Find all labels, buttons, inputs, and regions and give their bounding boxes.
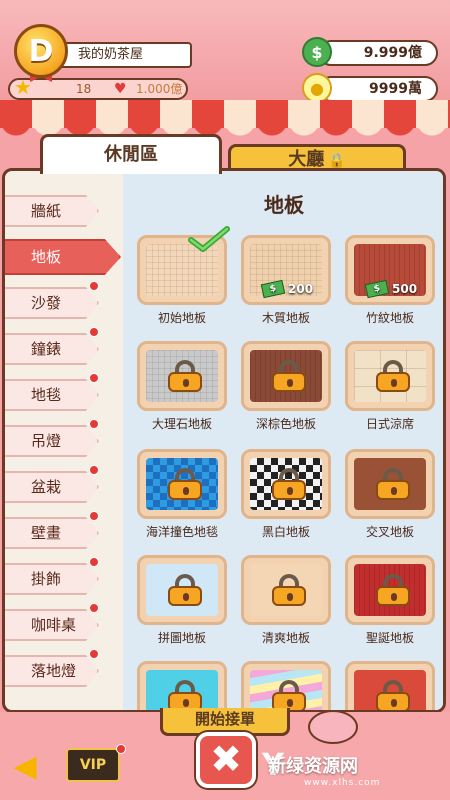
floor-tile[interactable] [345, 449, 435, 519]
sidebar-item[interactable]: 地板 [5, 239, 121, 275]
floor-name: 交叉地板 [365, 525, 414, 539]
sidebar-item[interactable]: 落地燈 [5, 655, 99, 687]
notification-dot [89, 511, 99, 521]
sidebar-item[interactable]: 牆紙 [5, 195, 99, 227]
cash-icon: $ [364, 279, 390, 299]
star-icon: ★ [14, 75, 32, 99]
cash-icon: $ [260, 279, 286, 299]
padlock-icon [168, 680, 202, 710]
piggy-icon: ♥ [114, 81, 127, 97]
floor-tile[interactable] [345, 661, 435, 710]
notification-dot [89, 465, 99, 475]
notification-dot [89, 373, 99, 383]
price-tag: $500 [364, 279, 418, 299]
floor-name: 日式涼席 [365, 417, 414, 431]
sidebar-item[interactable]: 鐘錶 [5, 333, 99, 365]
price-amount: 500 [392, 282, 418, 296]
floor-name: 清爽地板 [261, 631, 310, 645]
padlock-icon [376, 468, 410, 500]
notification-dot [89, 649, 99, 659]
sidebar-item[interactable]: 掛飾 [5, 563, 99, 595]
floor-tile[interactable] [241, 661, 331, 710]
vip-button[interactable]: VIP [66, 748, 120, 782]
sidebar-item[interactable]: 地毯 [5, 379, 99, 411]
price-tag: $200 [260, 279, 314, 299]
notification-dot [89, 327, 99, 337]
price-amount: 200 [288, 282, 314, 296]
padlock-icon [168, 360, 202, 392]
padlock-icon [272, 468, 306, 500]
floor-name: 深棕色地板 [255, 417, 316, 431]
sidebar-item[interactable]: 吊燈 [5, 425, 99, 457]
lightbulb-icon: ● [302, 73, 332, 103]
watermark-url: www.xlhs.com [304, 778, 381, 788]
padlock-icon [272, 574, 306, 606]
level-number: 18 [76, 82, 92, 96]
floor-tile[interactable] [241, 449, 331, 519]
close-button[interactable]: ✖ [196, 732, 256, 788]
coins-display[interactable]: 9.999億 [318, 40, 438, 66]
padlock-icon [376, 680, 410, 710]
floor-tile[interactable] [345, 555, 435, 625]
tab-leisure-label: 休閒區 [104, 144, 158, 165]
padlock-icon [272, 680, 306, 710]
sidebar-item[interactable]: 咖啡桌 [5, 609, 99, 641]
floor-name: 海洋撞色地毯 [145, 525, 218, 539]
section-title: 地板 [264, 193, 304, 217]
sidebar-item[interactable]: 盆栽 [5, 471, 99, 503]
pig-icon [308, 710, 358, 744]
floor-name: 拼圖地板 [157, 631, 206, 645]
floor-tile[interactable]: $200 [241, 235, 331, 305]
level-bar: ★ 18 ♥ 1.000億 [8, 75, 188, 100]
back-arrow-icon[interactable]: ◀ [10, 750, 40, 784]
vip-notification-dot [116, 744, 126, 754]
floor-name: 初始地板 [157, 311, 206, 325]
floor-tile[interactable] [137, 661, 227, 710]
level-money: 1.000億 [136, 82, 183, 96]
floor-tile[interactable] [137, 555, 227, 625]
avatar-badge[interactable]: D [14, 24, 68, 78]
notification-dot [89, 419, 99, 429]
floor-name: 竹紋地板 [365, 311, 414, 325]
tab-hall-label: 大廳 [288, 149, 325, 170]
sidebar-item[interactable]: 壁畫 [5, 517, 99, 549]
padlock-icon [376, 360, 410, 392]
watermark-text: 新绿资源网 [268, 756, 358, 777]
padlock-icon [376, 574, 410, 606]
tab-leisure[interactable]: 休閒區 [40, 134, 222, 174]
floor-name: 聖誕地板 [365, 631, 414, 645]
floor-name: 大理石地板 [151, 417, 212, 431]
floor-tile[interactable] [241, 555, 331, 625]
padlock-icon [168, 574, 202, 606]
padlock-icon [272, 360, 306, 392]
floor-tile[interactable] [137, 449, 227, 519]
padlock-icon [168, 468, 202, 500]
notification-dot [89, 603, 99, 613]
notification-dot [89, 281, 99, 291]
gems-display[interactable]: 9999萬 [318, 76, 438, 102]
floor-name: 木質地板 [261, 311, 310, 325]
floor-tile[interactable]: $500 [345, 235, 435, 305]
floor-tile[interactable] [241, 341, 331, 411]
floor-name: 黑白地板 [261, 525, 310, 539]
money-icon: $ [302, 37, 332, 67]
notification-dot [89, 557, 99, 567]
shop-name-label[interactable]: 我的奶茶屋 [58, 42, 192, 68]
floor-tile[interactable] [137, 341, 227, 411]
sidebar-item[interactable]: 沙發 [5, 287, 99, 319]
check-icon [188, 226, 230, 252]
floor-tile[interactable] [345, 341, 435, 411]
